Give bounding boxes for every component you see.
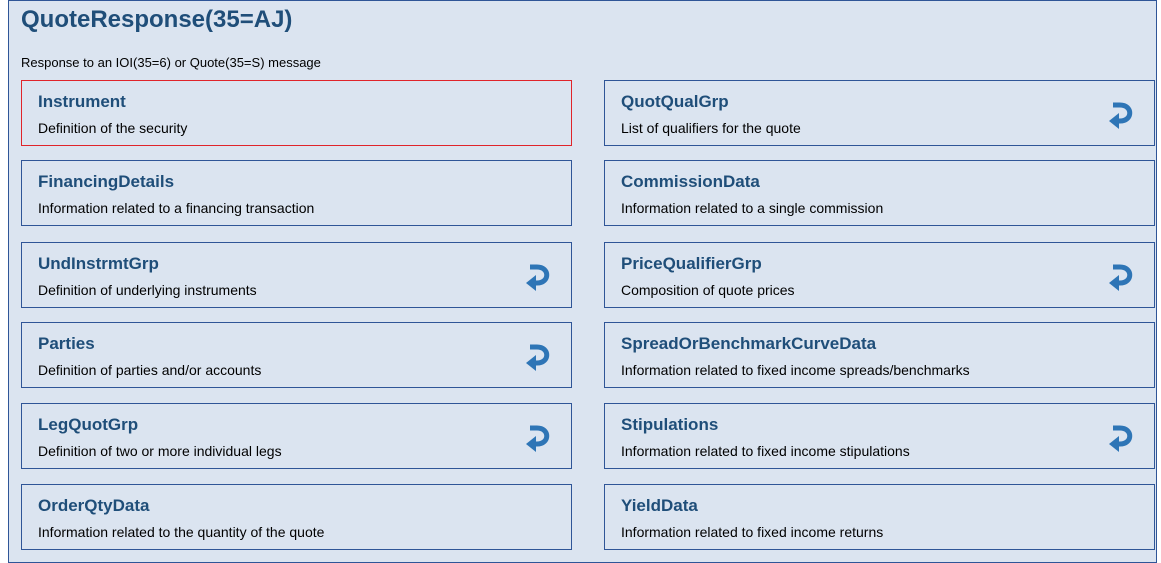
component-name: LegQuotGrp [38,415,139,434]
component-spreadorbenchmarkcurvedata[interactable]: SpreadOrBenchmarkCurveData Information r… [604,322,1155,388]
component-description: Information related to the quantity of t… [38,524,325,540]
component-description: Definition of parties and/or accounts [38,362,262,378]
component-name: QuotQualGrp [621,92,729,111]
component-name: Stipulations [621,415,719,434]
component-description: Information related to fixed income retu… [621,524,884,540]
component-undinstrmtgrp[interactable]: UndInstrmtGrp Definition of underlying i… [21,242,572,308]
component-name: Parties [38,334,95,353]
component-name: SpreadOrBenchmarkCurveData [621,334,877,353]
component-quotqualgrp[interactable]: QuotQualGrp List of qualifiers for the q… [604,80,1155,146]
component-description: Composition of quote prices [621,282,795,298]
repeat-arrow-icon [1106,422,1136,452]
component-description: Information related to fixed income stip… [621,443,910,459]
component-name: UndInstrmtGrp [38,254,159,273]
repeat-arrow-icon [523,261,553,291]
component-name: FinancingDetails [38,172,175,191]
component-pricequalifiergrp[interactable]: PriceQualifierGrp Composition of quote p… [604,242,1155,308]
component-description: Definition of the security [38,120,188,136]
component-description: Definition of two or more individual leg… [38,443,282,459]
component-description: Information related to a single commissi… [621,200,884,216]
repeat-arrow-icon [1106,261,1136,291]
component-name: PriceQualifierGrp [621,254,762,273]
component-instrument[interactable]: Instrument Definition of the security [21,80,572,146]
component-description: Definition of underlying instruments [38,282,257,298]
component-name: YieldData [621,496,698,515]
component-name: OrderQtyData [38,496,150,515]
component-commissiondata[interactable]: CommissionData Information related to a … [604,160,1155,226]
page-subtitle: Response to an IOI(35=6) or Quote(35=S) … [21,55,321,70]
repeat-arrow-icon [523,341,553,371]
repeat-arrow-icon [523,422,553,452]
component-parties[interactable]: Parties Definition of parties and/or acc… [21,322,572,388]
component-yielddata[interactable]: YieldData Information related to fixed i… [604,484,1155,550]
component-financingdetails[interactable]: FinancingDetails Information related to … [21,160,572,226]
component-stipulations[interactable]: Stipulations Information related to fixe… [604,403,1155,469]
page-title: QuoteResponse(35=AJ) [21,6,293,33]
repeat-arrow-icon [1106,99,1136,129]
message-panel: QuoteResponse(35=AJ) Response to an IOI(… [8,0,1157,563]
component-name: Instrument [38,92,126,111]
component-description: Information related to a financing trans… [38,200,315,216]
component-orderqtydata[interactable]: OrderQtyData Information related to the … [21,484,572,550]
component-legquotgrp[interactable]: LegQuotGrp Definition of two or more ind… [21,403,572,469]
component-name: CommissionData [621,172,760,191]
component-description: Information related to fixed income spre… [621,362,970,378]
component-description: List of qualifiers for the quote [621,120,801,136]
